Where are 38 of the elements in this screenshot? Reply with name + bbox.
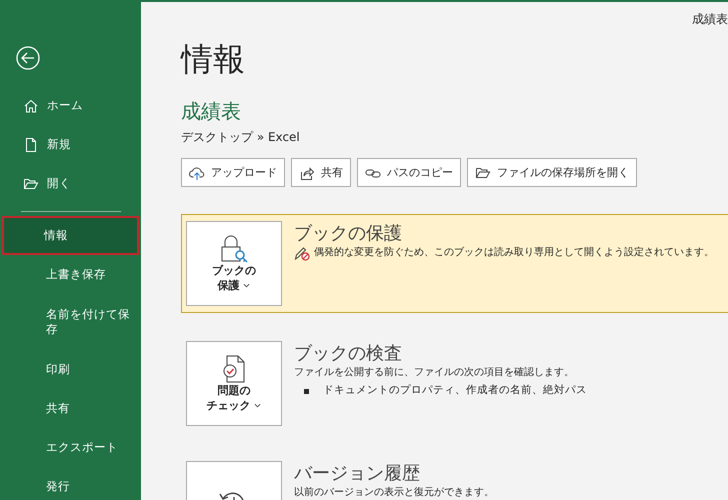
- sidebar-item[interactable]: 情報: [2, 216, 139, 255]
- back-button[interactable]: [16, 46, 40, 70]
- action-button[interactable]: ファイルの保存場所を開く: [467, 158, 637, 188]
- section-title: バージョン履歴: [294, 463, 421, 486]
- file-name: 成績表: [181, 98, 242, 126]
- cloud-upload-icon: [189, 164, 205, 181]
- lock-key-icon: [220, 234, 248, 262]
- sidebar-item[interactable]: 開く: [0, 164, 139, 203]
- caret-icon: [254, 403, 262, 408]
- section-description: 以前のバージョンの表示と復元ができます。: [294, 486, 494, 500]
- share-icon: [299, 164, 315, 181]
- action-button[interactable]: アップロード: [181, 158, 285, 188]
- section-description: 偶発的な変更を防ぐため、このブックは読み取り専用として開くよう設定されています。: [314, 246, 714, 260]
- document-check-icon: [223, 354, 245, 382]
- sidebar-item[interactable]: ホーム: [0, 86, 139, 125]
- sidebar-item[interactable]: 上書き保存: [0, 255, 139, 294]
- document-icon: [23, 136, 39, 152]
- home-icon: [23, 98, 39, 114]
- sidebar-item[interactable]: 名前を付けて保存: [0, 294, 139, 350]
- page-title: 情報: [181, 40, 246, 78]
- window-title: 成績表: [692, 11, 728, 28]
- caret-icon: [243, 283, 250, 288]
- bullet-text: ドキュメントのプロパティ、作成者の名前、絶対パス: [323, 383, 587, 398]
- section-title: ブックの検査: [294, 343, 403, 366]
- pencil-prohibited-icon: [294, 245, 310, 262]
- sidebar-item[interactable]: 発行: [0, 467, 139, 500]
- action-button[interactable]: 共有: [291, 158, 351, 188]
- bullet-icon: [304, 388, 309, 394]
- file-path: デスクトップ » Excel: [181, 129, 301, 146]
- section-title: ブックの保護: [294, 223, 403, 246]
- dropdown-button[interactable]: ブックの 保護: [186, 221, 282, 306]
- sidebar-item[interactable]: 印刷: [0, 350, 139, 389]
- section-description: ファイルを公開する前に、ファイルの次の項目を確認します。: [294, 366, 574, 380]
- sidebar-item[interactable]: 新規: [0, 125, 139, 164]
- action-button[interactable]: パスのコピー: [357, 158, 461, 188]
- sidebar-item[interactable]: エクスポート: [0, 428, 139, 467]
- dropdown-button[interactable]: 問題の チェック: [186, 341, 282, 426]
- sidebar-item[interactable]: 共有: [0, 389, 139, 428]
